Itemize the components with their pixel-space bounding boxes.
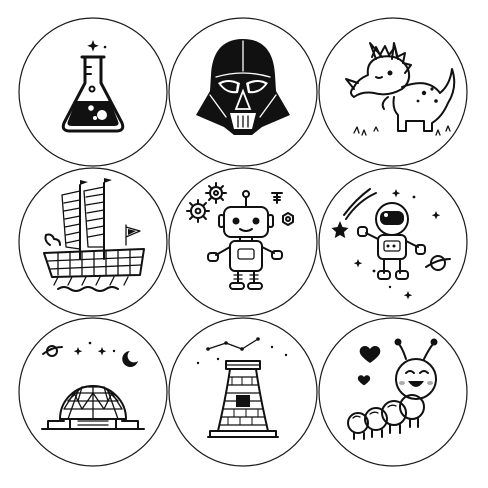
sticker-geodesic-dome <box>18 317 168 467</box>
robot-icon <box>168 167 318 317</box>
sticker-triceratops <box>318 17 468 167</box>
dome-icon <box>18 317 168 467</box>
sticker-lab-flask <box>18 17 168 167</box>
caterpillar-icon <box>318 317 468 467</box>
ship-icon <box>18 167 168 317</box>
astronaut-icon <box>318 167 468 317</box>
sticker-caterpillar <box>318 317 468 467</box>
sticker-astronaut <box>318 167 468 317</box>
helmet-icon <box>168 17 318 167</box>
flask-icon <box>18 17 168 167</box>
sticker-sheet <box>0 0 488 488</box>
sticker-observatory <box>168 317 318 467</box>
sticker-darth-vader-helmet <box>168 17 318 167</box>
observatory-icon <box>168 317 318 467</box>
dinosaur-icon <box>318 17 468 167</box>
sticker-robot <box>168 167 318 317</box>
sticker-turtle-ship <box>18 167 168 317</box>
